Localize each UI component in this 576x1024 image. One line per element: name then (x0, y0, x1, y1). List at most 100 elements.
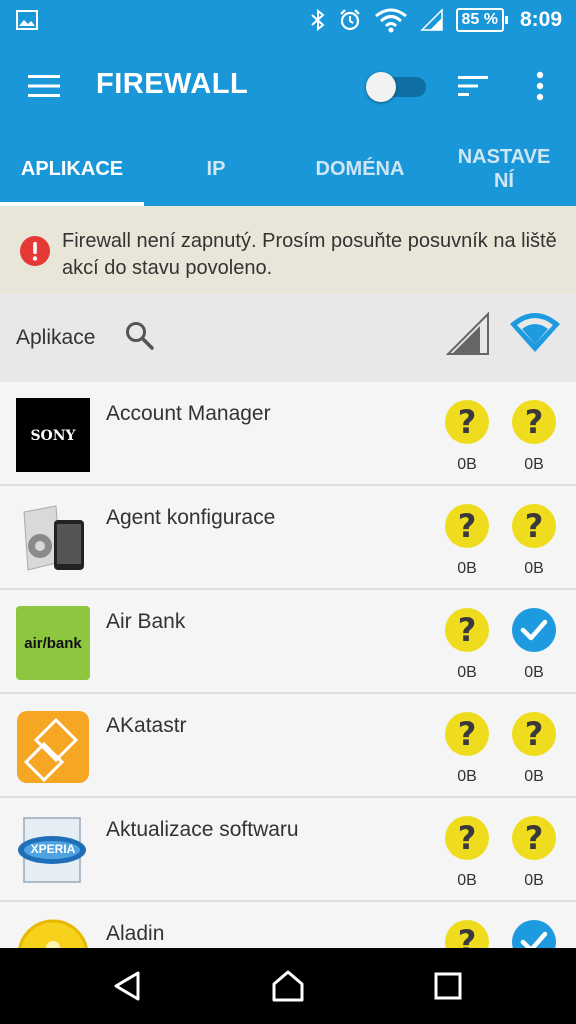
airbank-icon: air/bank (16, 606, 90, 680)
aladin-icon (18, 919, 88, 948)
recents-icon[interactable] (430, 968, 466, 1004)
svg-text:?: ? (525, 507, 544, 545)
status-icons: 85 % 8:09 (310, 0, 562, 40)
status-bar: 85 % 8:09 (0, 0, 576, 40)
mobile-data-size: 0B (457, 664, 477, 681)
mobile-status[interactable]: ? 0B (442, 400, 492, 474)
list-item[interactable]: SONY Account Manager ? 0B ? 0B (0, 382, 576, 486)
app-title: FIREWALL (96, 68, 249, 100)
cell-signal-icon (419, 8, 443, 31)
mobile-data-size: 0B (457, 456, 477, 473)
list-header-label: Aplikace (16, 326, 96, 349)
wifi-status[interactable]: ? 0B (509, 400, 559, 474)
mobile-status[interactable]: ? 0B (442, 816, 492, 890)
wifi-data-size: 0B (524, 872, 544, 889)
svg-text:?: ? (525, 715, 544, 753)
xperia-logo-text: XPERIA (30, 842, 76, 856)
airbank-logo-text: air/bank (24, 634, 82, 652)
app-name: Agent konfigurace (106, 506, 276, 529)
svg-text:?: ? (458, 819, 477, 857)
config-agent-icon (23, 505, 84, 571)
list-item[interactable]: Agent konfigurace ? 0B ? 0B (0, 486, 576, 590)
wifi-status[interactable]: ? 0B (509, 504, 559, 578)
xperia-icon: XPERIA (16, 814, 90, 888)
tab-label-line2: NÍ (493, 170, 514, 192)
mobile-data-size: 0B (457, 768, 477, 785)
unknown-status-icon: ? (512, 504, 556, 548)
svg-text:?: ? (458, 611, 477, 649)
svg-text:?: ? (458, 923, 477, 948)
unknown-status-icon: ? (445, 712, 489, 756)
search-icon[interactable] (124, 320, 156, 352)
tab-label: DOMÉNA (315, 158, 405, 180)
unknown-status-icon: ? (445, 920, 489, 948)
mobile-status[interactable]: ? 0B (442, 608, 492, 682)
toggle-knob (366, 72, 396, 102)
alarm-icon (339, 9, 360, 31)
list-item[interactable]: Aladin ? (0, 902, 576, 948)
wifi-data-size: 0B (524, 560, 544, 577)
home-icon[interactable] (270, 968, 306, 1004)
mobile-status[interactable]: ? (442, 920, 492, 948)
tab-ip[interactable]: IP (144, 132, 288, 206)
sort-icon[interactable] (458, 74, 490, 98)
tab-label: IP (206, 158, 226, 180)
mobile-status[interactable]: ? 0B (442, 504, 492, 578)
list-item[interactable]: air/bank Air Bank ? 0B 0B (0, 590, 576, 694)
unknown-status-icon: ? (445, 504, 489, 548)
unknown-status-icon: ? (512, 816, 556, 860)
app-name: AKatastr (106, 714, 187, 737)
app-name: Aladin (106, 922, 165, 945)
wifi-column-icon[interactable] (508, 310, 562, 354)
mobile-signal-icon[interactable] (446, 312, 490, 356)
unknown-status-icon: ? (445, 608, 489, 652)
screen: 85 % 8:09 FIREWALL APLIKACE IP DOMÉNA NA… (0, 0, 576, 1024)
unknown-status-icon: ? (512, 712, 556, 756)
bluetooth-icon (310, 8, 325, 32)
wifi-status[interactable]: ? 0B (509, 816, 559, 890)
warning-text: Firewall není zapnutý. Prosím posuňte po… (62, 230, 557, 279)
menu-icon[interactable] (28, 74, 60, 98)
tab-bar: APLIKACE IP DOMÉNA NASTAVE NÍ (0, 132, 576, 206)
unknown-status-icon: ? (445, 400, 489, 444)
battery-level: 85 % (455, 8, 504, 32)
tab-nastaveni[interactable]: NASTAVE NÍ (432, 132, 576, 206)
wifi-data-size: 0B (524, 664, 544, 681)
more-icon[interactable] (530, 70, 550, 102)
error-icon (20, 236, 50, 266)
navigation-bar (0, 948, 576, 1024)
wifi-icon (374, 8, 407, 33)
unknown-status-icon: ? (445, 816, 489, 860)
svg-text:?: ? (458, 715, 477, 753)
tab-domena[interactable]: DOMÉNA (288, 132, 432, 206)
list-item[interactable]: AKatastr ? 0B ? 0B (0, 694, 576, 798)
battery-icon: 85 % (455, 8, 508, 32)
tab-aplikace[interactable]: APLIKACE (0, 132, 144, 206)
tab-label-line1: NASTAVE (457, 146, 551, 168)
wifi-status[interactable]: 0B (509, 608, 559, 682)
akatastr-icon (17, 711, 89, 783)
warning-banner: Firewall není zapnutý. Prosím posuňte po… (0, 206, 576, 294)
mobile-status[interactable]: ? 0B (442, 712, 492, 786)
image-icon (16, 10, 38, 30)
wifi-status[interactable]: ? 0B (509, 712, 559, 786)
app-name: Account Manager (106, 402, 271, 425)
svg-text:SONY: SONY (30, 428, 76, 444)
back-icon[interactable] (110, 968, 146, 1004)
app-name: Aktualizace softwaru (106, 818, 299, 841)
list-item[interactable]: XPERIA Aktualizace softwaru ? 0B ? 0B (0, 798, 576, 902)
svg-text:?: ? (458, 507, 477, 545)
allowed-check-icon (512, 920, 556, 948)
wifi-data-size: 0B (524, 768, 544, 785)
wifi-data-size: 0B (524, 456, 544, 473)
app-name: Air Bank (106, 610, 186, 633)
list-header: Aplikace (0, 294, 576, 382)
clock: 8:09 (519, 8, 562, 31)
sony-icon: SONY (16, 398, 90, 472)
tab-label: APLIKACE (20, 158, 124, 180)
app-list: SONY Account Manager ? 0B ? 0B Agent kon… (0, 382, 576, 948)
tab-label: NASTAVE NÍ (458, 145, 551, 193)
wifi-status[interactable] (509, 920, 559, 948)
svg-text:?: ? (458, 403, 477, 441)
firewall-toggle[interactable] (366, 72, 426, 102)
